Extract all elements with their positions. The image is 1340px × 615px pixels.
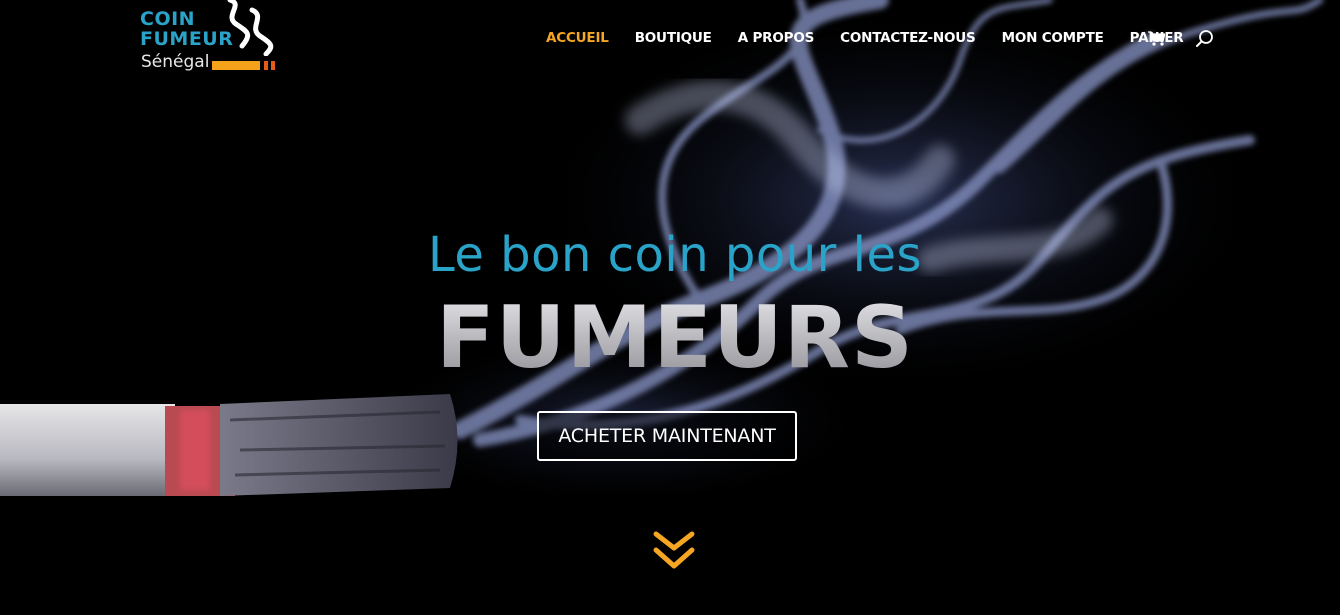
logo-cigarette-bar [212, 61, 260, 70]
search-icon[interactable] [1195, 29, 1215, 49]
nav-item-accueil[interactable]: ACCUEIL [546, 30, 609, 46]
smoke-icon [227, 0, 274, 56]
hero-tagline: Le bon coin pour les [427, 227, 923, 283]
logo-text-line2: FUMEUR [140, 28, 234, 50]
logo-cigarette-tip [264, 61, 268, 70]
logo-text-line3: Sénégal [141, 52, 210, 72]
double-chevron-down-icon[interactable] [652, 530, 696, 572]
logo-cigarette-tip-2 [271, 61, 275, 70]
logo-text-line1: COIN [140, 8, 196, 30]
site-logo[interactable]: COIN FUMEUR Sénégal [140, 0, 285, 80]
hero-section: COIN FUMEUR Sénégal ACCUEIL BOUTIQUE A P… [0, 0, 1340, 615]
nav-item-boutique[interactable]: BOUTIQUE [635, 30, 712, 46]
main-navigation: ACCUEIL BOUTIQUE A PROPOS CONTACTEZ-NOUS… [546, 26, 1210, 50]
nav-item-contactez-nous[interactable]: CONTACTEZ-NOUS [840, 30, 976, 46]
hero-headline: FUMEURS [0, 290, 1340, 386]
nav-item-a-propos[interactable]: A PROPOS [738, 30, 815, 46]
nav-item-mon-compte[interactable]: MON COMPTE [1002, 30, 1104, 46]
buy-now-button[interactable]: ACHETER MAINTENANT [537, 411, 797, 461]
cart-icon[interactable] [1148, 31, 1165, 46]
